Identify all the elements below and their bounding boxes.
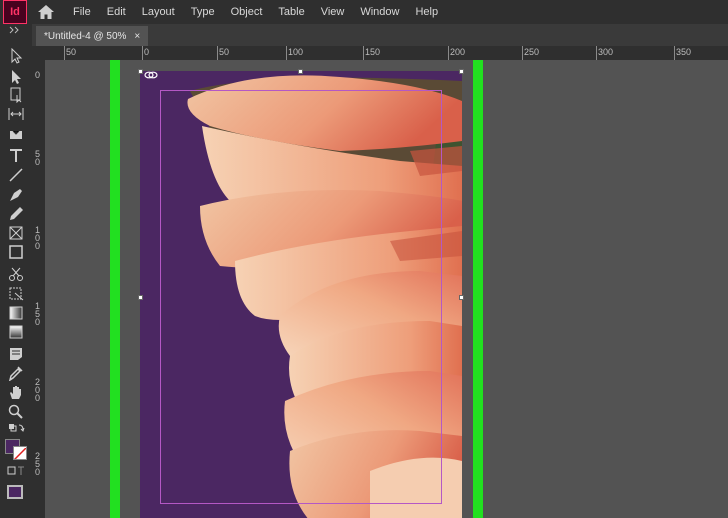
swap-colors-icon[interactable] <box>7 423 25 433</box>
free-transform-tool-icon[interactable] <box>7 285 25 301</box>
content-collector-icon[interactable] <box>7 125 25 141</box>
close-icon[interactable]: × <box>134 31 140 42</box>
gradient-swatch-tool-icon[interactable] <box>7 305 25 321</box>
ruler-label: 150 <box>365 47 381 57</box>
link-icon[interactable] <box>144 71 158 79</box>
ruler-label: 250 <box>524 47 540 57</box>
ruler-label: 5 0 <box>35 149 41 167</box>
selection-tool-icon[interactable] <box>7 48 25 64</box>
formatting-affects-container-icon[interactable] <box>7 465 25 477</box>
eyedropper-tool-icon[interactable] <box>7 365 25 381</box>
ruler-label: 0 <box>144 47 150 57</box>
document-canvas[interactable] <box>45 60 728 518</box>
menu-window[interactable]: Window <box>352 6 407 18</box>
menu-help[interactable]: Help <box>407 6 446 18</box>
menu-view[interactable]: View <box>313 6 353 18</box>
menu-type[interactable]: Type <box>183 6 223 18</box>
page-tool-icon[interactable] <box>7 87 25 103</box>
document-tab-bar: *Untitled-4 @ 50% × <box>32 24 728 46</box>
collapse-panel-icon[interactable] <box>7 26 25 34</box>
line-tool-icon[interactable] <box>7 167 25 183</box>
margin-guide <box>160 90 442 504</box>
page[interactable] <box>140 71 462 518</box>
hand-tool-icon[interactable] <box>7 384 25 400</box>
rectangle-frame-tool-icon[interactable] <box>7 225 25 241</box>
gap-tool-icon[interactable] <box>7 106 25 122</box>
menu-file[interactable]: File <box>65 6 99 18</box>
ruler-origin[interactable] <box>32 46 45 60</box>
type-tool-icon[interactable] <box>7 148 25 164</box>
stroke-swatch[interactable] <box>13 446 27 460</box>
home-icon[interactable] <box>37 4 55 20</box>
vertical-ruler[interactable]: 0 5 0 1 0 0 1 5 0 2 0 0 2 5 0 <box>32 60 46 518</box>
ruler-label: 1 0 0 <box>35 225 41 251</box>
direct-selection-tool-icon[interactable] <box>7 69 25 85</box>
pen-tool-icon[interactable] <box>7 187 25 203</box>
app-logo: Id <box>3 0 27 24</box>
screen-mode-button[interactable] <box>7 485 23 499</box>
menu-object[interactable]: Object <box>223 6 271 18</box>
ruler-label: 100 <box>288 47 304 57</box>
selection-handle[interactable] <box>298 69 303 74</box>
ruler-label: 1 5 0 <box>35 301 41 327</box>
menu-table[interactable]: Table <box>270 6 312 18</box>
document-tab[interactable]: *Untitled-4 @ 50% × <box>36 26 149 46</box>
ruler-label: 300 <box>598 47 614 57</box>
note-tool-icon[interactable] <box>7 346 25 362</box>
ruler-label: 50 <box>219 47 230 57</box>
toolbar <box>0 24 32 518</box>
ruler-label: 2 5 0 <box>35 451 41 477</box>
none-slash-icon <box>14 447 26 459</box>
selection-handle[interactable] <box>138 295 143 300</box>
ruler-label: 2 0 0 <box>35 377 41 403</box>
menu-edit[interactable]: Edit <box>99 6 134 18</box>
rectangle-tool-icon[interactable] <box>7 244 25 260</box>
horizontal-ruler[interactable]: 50 0 50 100 150 200 250 300 350 <box>45 46 728 61</box>
ruler-label: 350 <box>676 47 692 57</box>
document-tab-title: *Untitled-4 @ 50% <box>44 30 127 42</box>
scissors-tool-icon[interactable] <box>7 266 25 282</box>
ruler-label: 200 <box>450 47 466 57</box>
menu-bar: Id File Edit Layout Type Object Table Vi… <box>0 0 728 24</box>
gradient-feather-tool-icon[interactable] <box>7 324 25 340</box>
selection-handle[interactable] <box>459 69 464 74</box>
selection-handle[interactable] <box>459 295 464 300</box>
menu-layout[interactable]: Layout <box>134 6 183 18</box>
ruler-label: 0 <box>35 70 41 80</box>
zoom-tool-icon[interactable] <box>7 403 25 419</box>
selection-handle[interactable] <box>138 69 143 74</box>
pencil-tool-icon[interactable] <box>7 206 25 222</box>
ruler-label: 50 <box>66 47 77 57</box>
